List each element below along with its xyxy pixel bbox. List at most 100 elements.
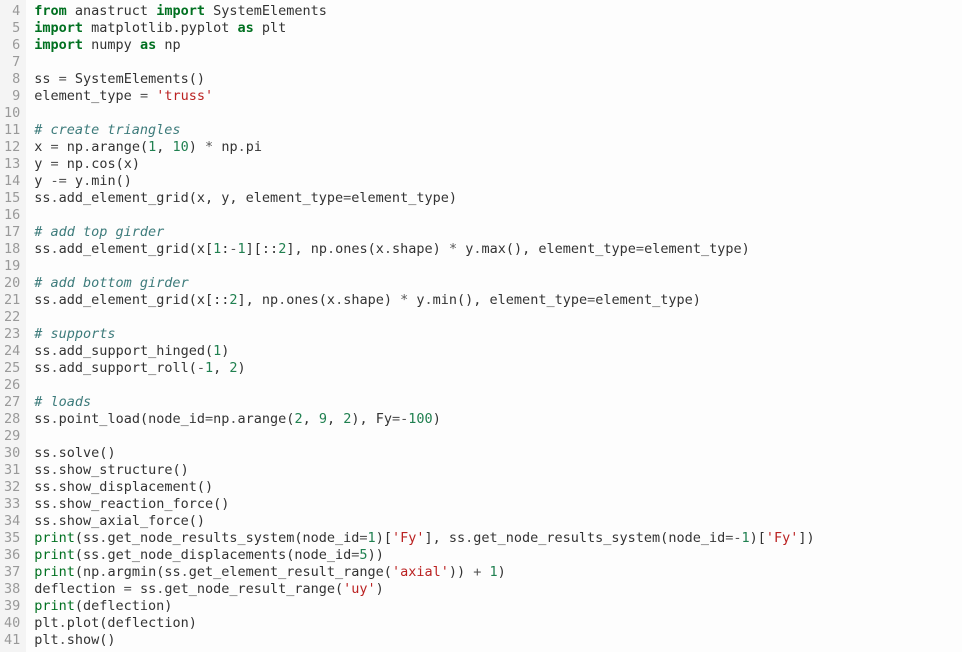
line-number: 40 [4,615,20,632]
token: . [83,156,91,172]
token: point_load(node_id [59,411,205,427]
token: ones(x [335,241,384,257]
token: ], np [238,292,279,308]
token: . [425,292,433,308]
token: = [636,241,644,257]
code-line: ss.show_displacement() [34,479,962,496]
line-number: 8 [4,71,20,88]
code-line [34,258,962,275]
code-line: x = np.arange(1, 10) * np.pi [34,139,962,156]
token: . [83,173,91,189]
token: = [124,581,132,597]
token: . [51,496,59,512]
code-line: ss.add_support_roll(-1, 2) [34,360,962,377]
token: 'Fy' [766,530,799,546]
token: = [205,411,213,427]
token: . [59,615,67,631]
code-line: y = np.cos(x) [34,156,962,173]
token: np [156,37,180,53]
token: (ss [75,530,99,546]
token: . [327,241,335,257]
token: =- [392,411,408,427]
token: (np [75,564,99,580]
token: shape) [343,292,400,308]
code-line: import matplotlib.pyplot as plt [34,20,962,37]
token: )[ [376,530,392,546]
token: # add top girder [34,224,164,240]
code-line: ss.solve() [34,445,962,462]
token: element_type) [644,241,750,257]
code-line: print(np.argmin(ss.get_element_result_ra… [34,564,962,581]
token: 100 [408,411,432,427]
token: matplotlib.pyplot [83,20,237,36]
token: print [34,530,75,546]
token: 2 [294,411,302,427]
code-line: ss.show_axial_force() [34,513,962,530]
code-line: ss.add_element_grid(x[1:-1][::2], np.one… [34,241,962,258]
token: import [156,3,205,19]
line-number: 11 [4,122,20,139]
token: as [140,37,156,53]
token: # create triangles [34,122,180,138]
token: 1 [238,241,246,257]
line-number: 18 [4,241,20,258]
line-number: 4 [4,3,20,20]
token: get_node_result_range( [164,581,343,597]
token: ) [189,139,205,155]
token: (ss [75,547,99,563]
token: pi [246,139,262,155]
token: )) [368,547,384,563]
token: = [51,156,59,172]
token: , [213,360,229,376]
token: add_element_grid(x[:: [59,292,230,308]
token: print [34,598,75,614]
token: get_node_results_system(node_id [107,530,359,546]
token: ss [132,581,156,597]
code-line: ss.show_structure() [34,462,962,479]
token: ), Fy [351,411,392,427]
token: 2 [229,292,237,308]
code-block: 4567891011121314151617181920212223242526… [0,0,962,652]
code-line: print(ss.get_node_results_system(node_id… [34,530,962,547]
token: # supports [34,326,115,342]
code-line: print(deflection) [34,598,962,615]
token: anastruct [67,3,156,19]
line-number: 13 [4,156,20,173]
code-line: deflection = ss.get_node_result_range('u… [34,581,962,598]
line-number: 12 [4,139,20,156]
token: ss [34,445,50,461]
token: ss [34,479,50,495]
token: )) [449,564,473,580]
token: ) [238,360,246,376]
code-line: import numpy as np [34,37,962,54]
token: np [213,411,229,427]
token: x [34,139,50,155]
line-number: 37 [4,564,20,581]
token: solve() [59,445,116,461]
token: ]) [798,530,814,546]
code-line: ss.show_reaction_force() [34,496,962,513]
line-number: 41 [4,632,20,649]
token: import [34,37,83,53]
token: . [51,411,59,427]
token: 1 [368,530,376,546]
token: y [34,173,50,189]
line-number: 29 [4,428,20,445]
token: . [51,445,59,461]
token: ones(x [286,292,335,308]
code-line [34,207,962,224]
line-number: 17 [4,224,20,241]
code-line: # create triangles [34,122,962,139]
token: . [51,360,59,376]
line-number: 15 [4,190,20,207]
token: 5 [359,547,367,563]
token: plot(deflection) [67,615,197,631]
token: = [359,530,367,546]
code-line: # loads [34,394,962,411]
token: . [83,139,91,155]
line-number: 19 [4,258,20,275]
token: argmin(ss [107,564,180,580]
token: show() [67,632,116,648]
code-line [34,54,962,71]
token [481,564,489,580]
